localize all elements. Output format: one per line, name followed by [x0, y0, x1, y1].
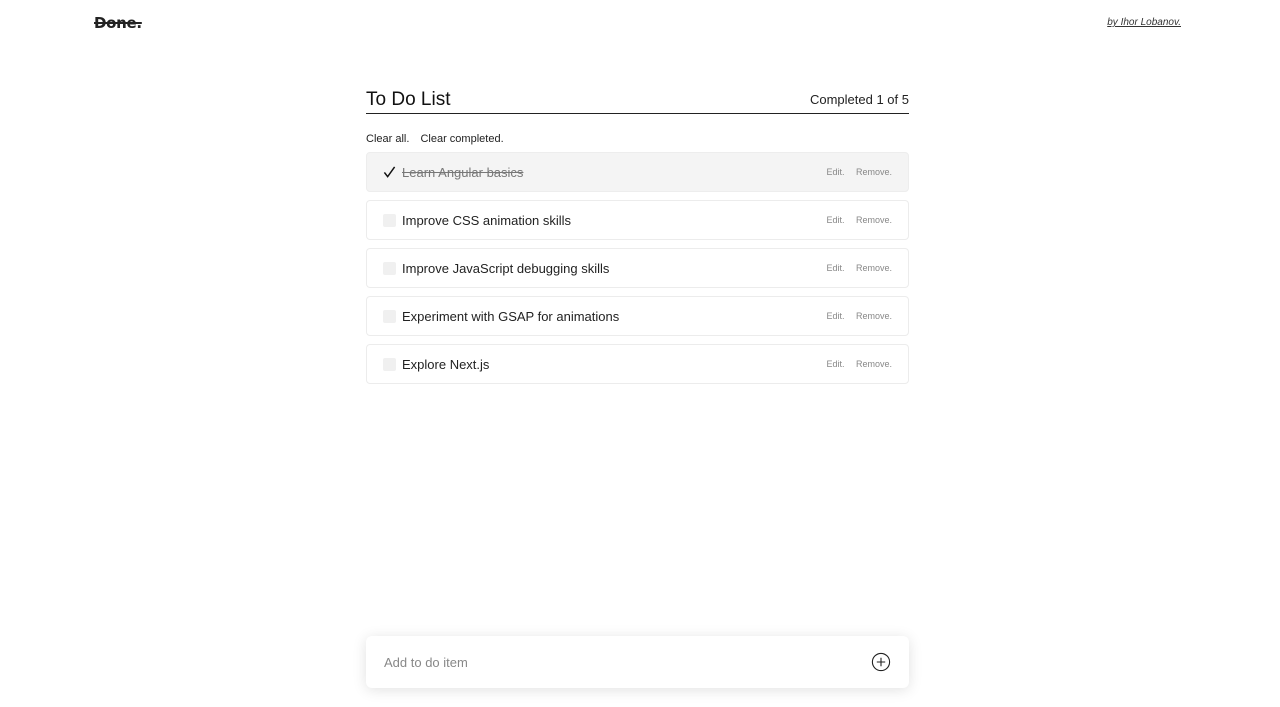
remove-button[interactable]: Remove. [856, 167, 892, 177]
edit-button[interactable]: Edit. [826, 167, 844, 177]
remove-button[interactable]: Remove. [856, 215, 892, 225]
todo-text: Explore Next.js [402, 356, 490, 372]
todo-item: Improve CSS animation skills Edit. Remov… [366, 200, 909, 240]
add-item-input[interactable] [366, 647, 871, 677]
todo-text: Improve JavaScript debugging skills [402, 260, 610, 276]
todo-checkbox[interactable] [383, 309, 396, 323]
todo-panel: To Do List Completed 1 of 5 Clear all. C… [366, 86, 909, 392]
edit-button[interactable]: Edit. [826, 311, 844, 321]
edit-button[interactable]: Edit. [826, 263, 844, 273]
todo-item-actions: Edit. Remove. [817, 167, 892, 177]
checkmark-icon [383, 166, 396, 178]
clear-all-button[interactable]: Clear all. [366, 133, 409, 145]
add-item-bar [366, 636, 909, 688]
remove-button[interactable]: Remove. [856, 311, 892, 321]
todo-item-actions: Edit. Remove. [817, 263, 892, 273]
plus-circle-icon [871, 652, 891, 672]
todo-item-actions: Edit. Remove. [817, 311, 892, 321]
todo-checkbox[interactable] [383, 213, 396, 227]
completed-counter: Completed 1 of 5 [809, 92, 909, 107]
todo-checkbox[interactable] [383, 166, 396, 179]
remove-button[interactable]: Remove. [856, 359, 892, 369]
todo-item: Learn Angular basics Edit. Remove. [366, 152, 909, 192]
remove-button[interactable]: Remove. [856, 263, 892, 273]
list-actions: Clear all. Clear completed. [366, 131, 909, 147]
clear-completed-button[interactable]: Clear completed. [420, 133, 503, 145]
todo-header: To Do List Completed 1 of 5 [366, 86, 909, 114]
todo-item: Improve JavaScript debugging skills Edit… [366, 248, 909, 288]
todo-text: Experiment with GSAP for animations [402, 308, 620, 324]
todo-text: Improve CSS animation skills [402, 212, 572, 228]
page: Done. by Ihor Lobanov. To Do List Comple… [0, 0, 1280, 707]
todo-checkbox[interactable] [383, 261, 396, 275]
todo-item: Experiment with GSAP for animations Edit… [366, 296, 909, 336]
edit-button[interactable]: Edit. [826, 215, 844, 225]
page-title: To Do List [366, 89, 451, 110]
todo-text: Learn Angular basics [402, 164, 524, 180]
add-item-button[interactable] [871, 652, 891, 672]
edit-button[interactable]: Edit. [826, 359, 844, 369]
todo-item: Explore Next.js Edit. Remove. [366, 344, 909, 384]
todo-list: Learn Angular basics Edit. Remove. Impro… [366, 152, 909, 384]
logo: Done. [94, 14, 142, 32]
todo-item-actions: Edit. Remove. [817, 359, 892, 369]
todo-item-actions: Edit. Remove. [817, 215, 892, 225]
todo-checkbox[interactable] [383, 357, 396, 371]
author-link[interactable]: by Ihor Lobanov. [1107, 16, 1181, 30]
